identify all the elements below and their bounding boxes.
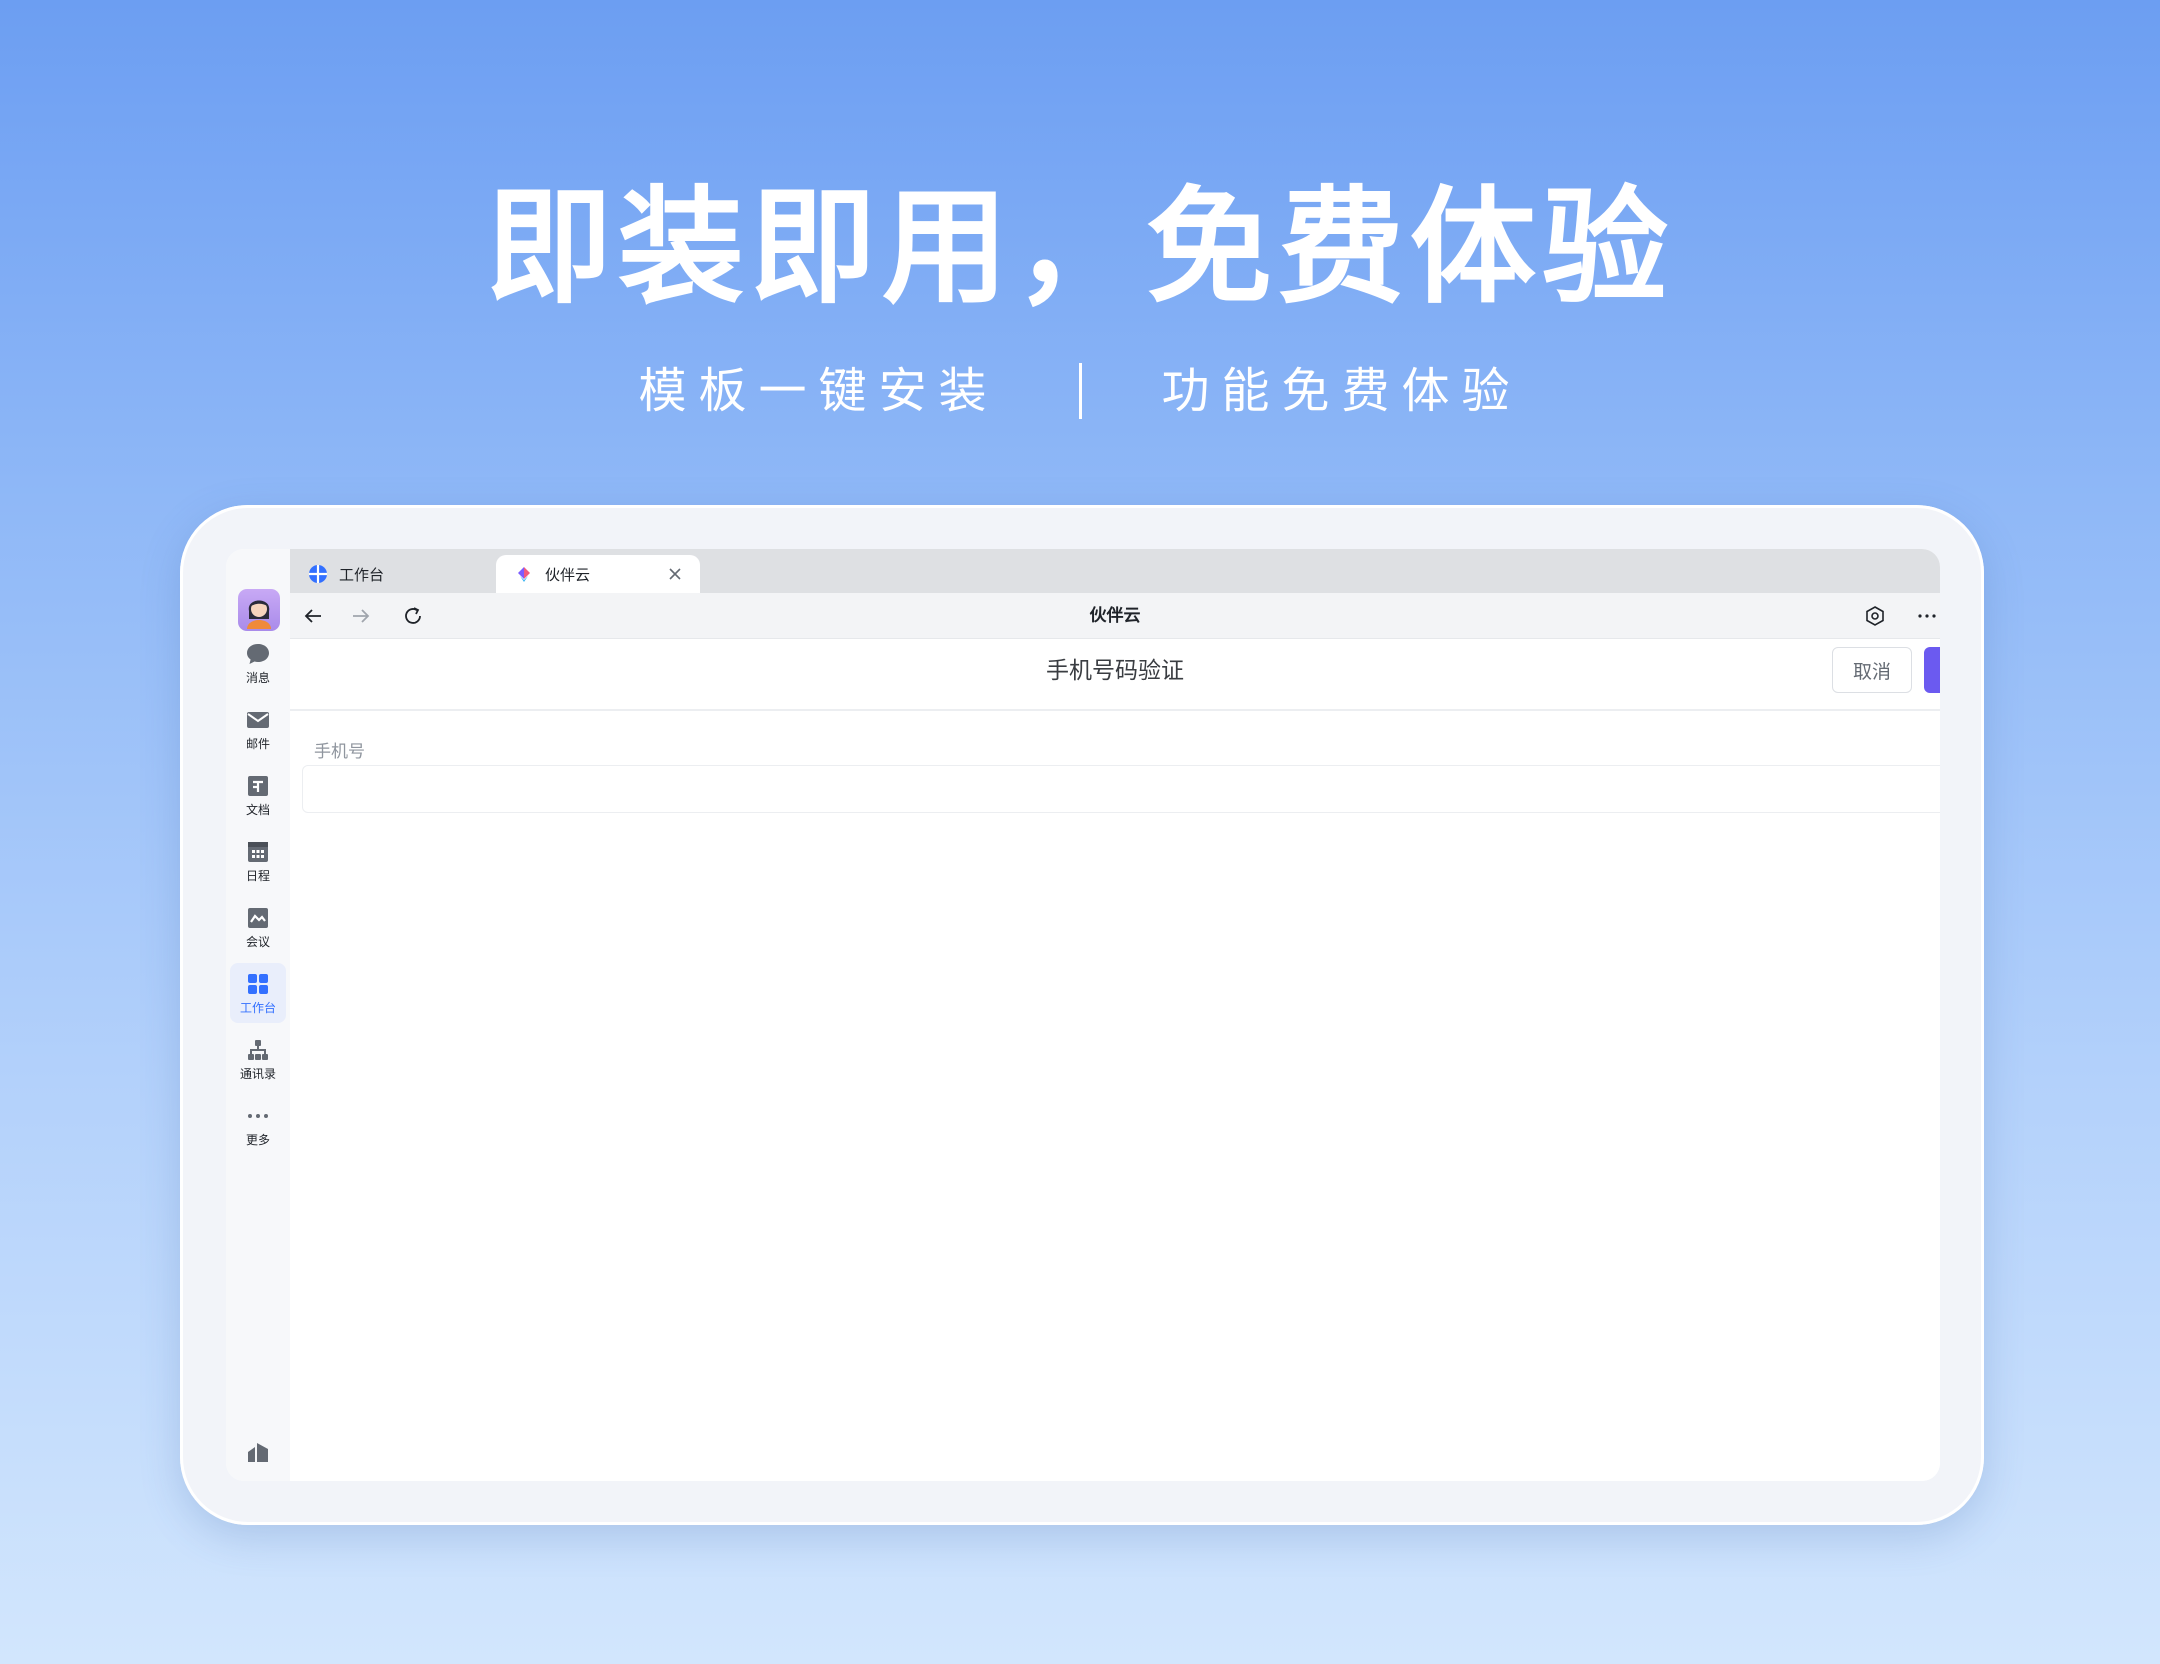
tab-huobanyun[interactable]: 伙伴云	[496, 555, 700, 593]
phone-input[interactable]	[302, 765, 1940, 813]
sidebar-item-label: 会议	[245, 935, 270, 949]
org-chart-icon	[248, 1040, 268, 1060]
cancel-button[interactable]: 取消	[1832, 647, 1912, 693]
browser-area: 工作台 伙伴云 伙伴云 手机号码验证 取消 手机号	[290, 549, 1940, 1481]
sidebar-item-label: 日程	[245, 869, 270, 883]
tab-label: 伙伴云	[545, 565, 591, 584]
close-icon[interactable]	[668, 567, 682, 581]
sidebar-item-calendar[interactable]: 日程	[230, 831, 286, 891]
sidebar: 消息 邮件 文档 日程 会议 工作台 通讯录 更多	[226, 549, 290, 1481]
browser-title: 伙伴云	[1089, 606, 1141, 626]
sidebar-item-mail[interactable]: 邮件	[230, 699, 286, 759]
tab-bar: 工作台 伙伴云	[290, 549, 1940, 593]
page-content: 手机号码验证 取消 手机号	[290, 639, 1940, 1481]
sidebar-item-workspace[interactable]: 工作台	[230, 963, 286, 1023]
calendar-icon	[248, 842, 268, 862]
page-title: 手机号码验证	[1046, 658, 1184, 684]
more-dots-icon	[248, 1114, 268, 1118]
confirm-button[interactable]	[1924, 647, 1940, 693]
app-window: 消息 邮件 文档 日程 会议 工作台 通讯录 更多 工作台 伙伴云 伙伴云 手机…	[226, 549, 1940, 1481]
document-icon	[248, 776, 268, 796]
hero-subtitle-right: 功能免费体验	[1161, 363, 1522, 419]
browser-toolbar: 伙伴云	[290, 593, 1940, 639]
tablet-frame: 消息 邮件 文档 日程 会议 工作台 通讯录 更多 工作台 伙伴云 伙伴云 手机…	[180, 505, 1984, 1525]
mail-icon	[247, 712, 269, 728]
hero-subtitle-left: 模板一键安装	[638, 363, 999, 419]
page-header: 手机号码验证 取消	[290, 639, 1940, 711]
workspace-logo-icon	[309, 565, 327, 583]
settings-hexagon-icon[interactable]	[1864, 605, 1886, 627]
huobanyun-logo-icon	[518, 567, 530, 582]
hero-subtitle: 模板一键安装 功能免费体验	[0, 356, 2160, 426]
sidebar-item-label: 通讯录	[239, 1067, 276, 1081]
building-icon[interactable]	[245, 1439, 271, 1465]
sidebar-item-label: 更多	[245, 1133, 270, 1147]
sidebar-item-contacts[interactable]: 通讯录	[230, 1029, 286, 1089]
sidebar-item-more[interactable]: 更多	[230, 1095, 286, 1155]
hero-subtitle-divider	[1078, 363, 1082, 419]
tab-label: 工作台	[339, 565, 385, 584]
more-menu-icon[interactable]	[1916, 605, 1938, 627]
sidebar-item-label: 邮件	[245, 737, 270, 751]
meeting-icon	[248, 908, 268, 928]
avatar[interactable]	[238, 589, 280, 631]
sidebar-item-label: 消息	[245, 671, 270, 685]
sidebar-item-meetings[interactable]: 会议	[230, 897, 286, 957]
sidebar-item-docs[interactable]: 文档	[230, 765, 286, 825]
sidebar-item-messages[interactable]: 消息	[230, 633, 286, 693]
hero-title: 即装即用，免费体验	[486, 174, 1674, 321]
phone-label: 手机号	[314, 742, 365, 762]
chat-bubble-icon	[247, 644, 269, 664]
sidebar-item-label: 文档	[245, 803, 270, 817]
tab-workspace[interactable]: 工作台	[290, 555, 494, 593]
sidebar-item-label: 工作台	[239, 1001, 276, 1015]
workspace-grid-icon	[248, 974, 268, 994]
